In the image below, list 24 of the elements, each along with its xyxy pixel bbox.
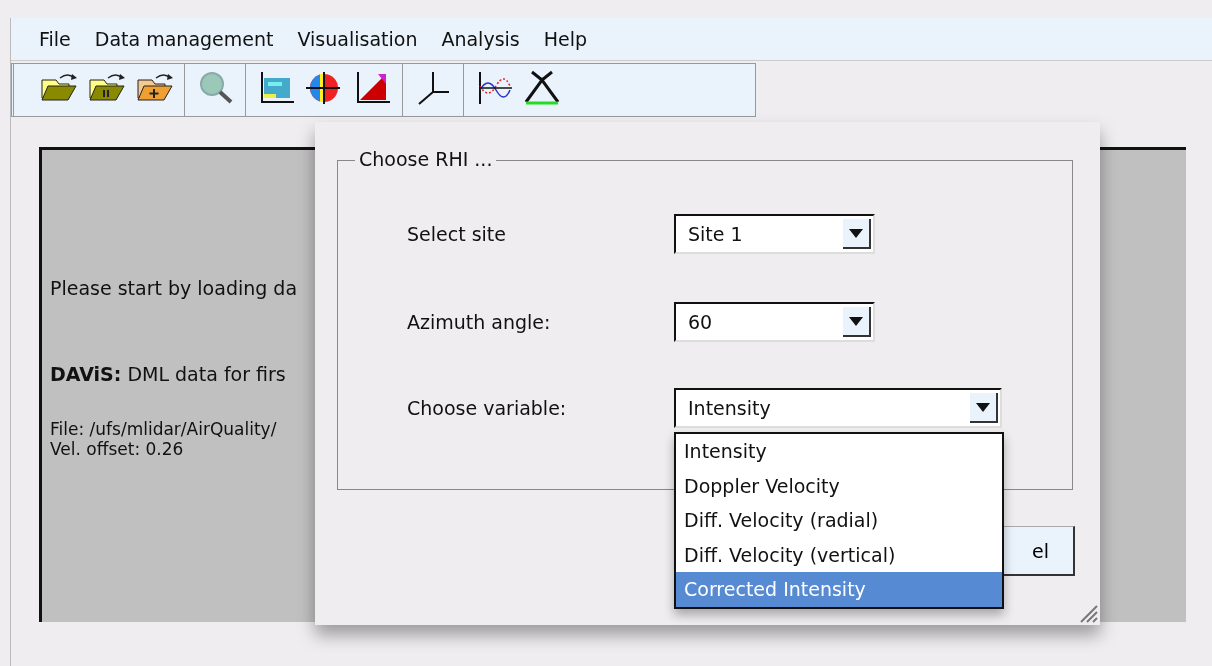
menu-item[interactable]: File — [27, 28, 83, 50]
status-text: Vel. offset: 0.26 — [50, 439, 184, 459]
status-text: DAViS: DML data for firs — [50, 363, 286, 385]
field-label: Choose variable: — [407, 397, 568, 419]
dropdown-option[interactable]: Corrected Intensity — [676, 572, 1002, 607]
status-text: Please start by loading da — [50, 277, 298, 299]
field-label: Select site — [407, 223, 507, 245]
triangle-icon[interactable] — [522, 68, 562, 108]
dropdown-field[interactable]: Intensity — [674, 388, 1002, 428]
dropdown-field[interactable]: Site 1 — [674, 214, 875, 254]
menu-item[interactable]: Visualisation — [285, 28, 430, 50]
dropdown-field[interactable]: 60 — [674, 302, 875, 342]
field-label: Azimuth angle: — [407, 311, 552, 333]
caret-icon — [849, 228, 863, 238]
menu-item[interactable]: Help — [531, 28, 600, 50]
status-text: File: /ufs/mlidar/AirQuality/ — [50, 419, 277, 439]
menu-item[interactable]: Data management — [82, 28, 286, 50]
dropdown-option[interactable]: Diff. Velocity (radial) — [676, 503, 1002, 538]
menu-item[interactable]: Analysis — [429, 28, 532, 50]
caret-icon — [976, 402, 990, 412]
caret-icon — [849, 316, 863, 326]
dropdown-option[interactable]: Doppler Velocity — [676, 468, 1002, 504]
dropdown-option[interactable]: Diff. Velocity (vertical) — [676, 537, 1002, 573]
dropdown-option[interactable]: Intensity — [676, 434, 1002, 469]
